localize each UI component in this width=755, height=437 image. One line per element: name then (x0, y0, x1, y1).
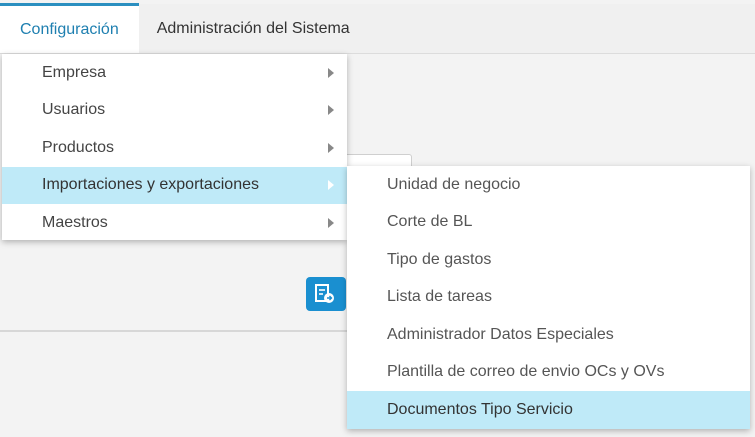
menu-item-label: Importaciones y exportaciones (42, 176, 259, 194)
chevron-right-icon (328, 180, 334, 191)
submenu-item-documentos-tipo-servicio[interactable]: Documentos Tipo Servicio (347, 391, 750, 429)
menu-item-productos[interactable]: Productos (2, 129, 347, 167)
submenu-item-corte-bl[interactable]: Corte de BL (347, 204, 750, 242)
menu-item-label: Usuarios (42, 101, 106, 119)
export-document-button[interactable] (306, 277, 346, 311)
menu-item-importaciones-exportaciones[interactable]: Importaciones y exportaciones (2, 166, 347, 204)
top-menu-bar: Configuración Administración del Sistema (0, 3, 755, 54)
chevron-right-icon (328, 217, 334, 228)
menu-item-label: Maestros (42, 213, 108, 231)
submenu-item-datos-especiales[interactable]: Administrador Datos Especiales (347, 316, 750, 354)
divider (0, 330, 350, 332)
chevron-right-icon (328, 142, 334, 153)
document-export-icon (315, 284, 334, 303)
page: Configuración Administración del Sistema… (0, 0, 755, 437)
importaciones-exportaciones-submenu: Unidad de negocio Corte de BL Tipo de ga… (347, 166, 750, 429)
menu-item-label: Empresa (42, 63, 107, 81)
submenu-item-unidad-negocio[interactable]: Unidad de negocio (347, 166, 750, 204)
menu-item-empresa[interactable]: Empresa (2, 54, 347, 92)
configuracion-dropdown: Empresa Usuarios Productos Importaciones… (2, 54, 347, 240)
menu-item-label: Productos (42, 138, 115, 156)
menu-item-maestros[interactable]: Maestros (2, 204, 347, 242)
chevron-right-icon (328, 105, 334, 116)
submenu-item-lista-tareas[interactable]: Lista de tareas (347, 279, 750, 317)
submenu-item-tipo-gastos[interactable]: Tipo de gastos (347, 241, 750, 279)
chevron-right-icon (328, 67, 334, 78)
menu-item-usuarios[interactable]: Usuarios (2, 92, 347, 130)
submenu-item-plantilla-correo[interactable]: Plantilla de correo de envio OCs y OVs (347, 354, 750, 392)
menu-administracion-sistema[interactable]: Administración del Sistema (139, 4, 370, 54)
menu-configuracion[interactable]: Configuración (0, 3, 139, 53)
